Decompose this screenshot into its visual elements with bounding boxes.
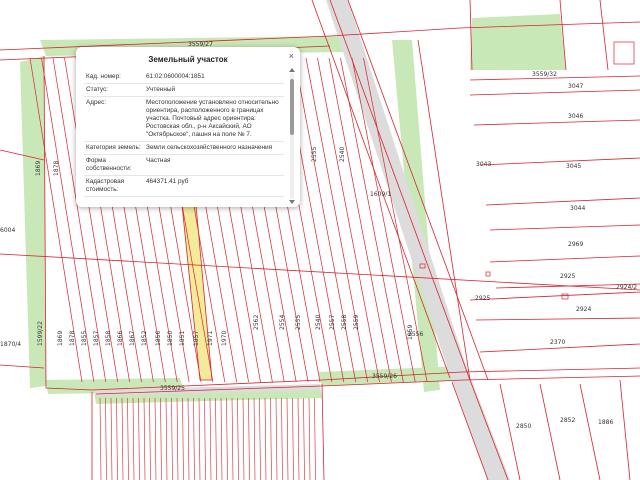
label-road-right: 3559/32 <box>532 71 557 78</box>
attribute-key: Категория земель: <box>84 141 144 155</box>
attribute-row: Категория земель: Земли сельскохозяйствен… <box>84 141 284 155</box>
label-3044: 3044 <box>570 205 585 212</box>
strip-number-label: 2540 <box>315 315 322 330</box>
attribute-key: Адрес: <box>84 96 144 142</box>
strip-number-label: 1869 <box>57 331 64 346</box>
strip-number-label: 1855 <box>81 331 88 346</box>
label-3043: 3043 <box>476 161 491 168</box>
label-2925b: 2925 <box>475 295 490 302</box>
label-2924-2: 2924/2 <box>616 284 637 291</box>
strip-number-label: 1857 <box>93 331 100 346</box>
label-1886: 1886 <box>598 419 613 426</box>
scroll-down-icon[interactable] <box>289 200 295 204</box>
scroll-up-icon[interactable] <box>289 68 295 72</box>
label-3045: 3045 <box>566 163 581 170</box>
strip-number-label: 1857 <box>193 331 200 346</box>
attribute-key: Кад. номер: <box>84 71 144 84</box>
label-road-bottom: 3559/25 <box>160 385 185 392</box>
strip-number-label: 1852 <box>141 331 148 346</box>
label-2924: 2924 <box>576 306 591 313</box>
parcel-info-popup: Земельный участок × Кад. номер: 61:02:060… <box>76 47 300 207</box>
label-1599: 1599/22 <box>37 321 44 346</box>
label-1609: 1609/1 <box>370 191 391 198</box>
label-2852: 2852 <box>560 417 575 424</box>
attribute-row: Кадастровая стоимость: 464371.41 руб <box>84 175 284 197</box>
strip-number-label: 1878 <box>69 331 76 346</box>
strip-number-label: 2540 <box>339 147 346 162</box>
strip-number-label: 1858 <box>105 331 112 346</box>
label-3046: 3046 <box>568 113 583 120</box>
label-2925: 2925 <box>560 273 575 280</box>
close-icon[interactable]: × <box>289 51 294 61</box>
attribute-row: Форма собственности: Частная <box>84 154 284 176</box>
attribute-value: Местоположение установлено относительно … <box>144 96 284 142</box>
attribute-row: Статус: Учтенный <box>84 83 284 97</box>
attribute-key: Форма собственности: <box>84 154 144 176</box>
strip-number-label: 2557 <box>329 315 336 330</box>
attribute-row: Кад. номер: 61:02:0600004:1851 <box>84 71 284 84</box>
strip-number-label: 1866 <box>117 331 124 346</box>
label-road-mid: 3559/26 <box>372 373 397 380</box>
popup-title: Земельный участок <box>148 55 228 64</box>
popup-scrollbar[interactable] <box>289 68 295 204</box>
strip-number-label: 2558 <box>341 315 348 330</box>
strip-number-label: 2555 <box>311 147 318 162</box>
label-6004: 6004 <box>0 227 15 234</box>
strip-number-label: 2562 <box>253 315 260 330</box>
label-2370: 2370 <box>550 339 565 346</box>
attribute-key: Статус: <box>84 83 144 97</box>
label-2850: 2850 <box>516 423 531 430</box>
attribute-value: Частная <box>144 154 284 176</box>
strip-number-label: 1850 <box>167 331 174 346</box>
attribute-value: Учтенный <box>144 83 284 97</box>
popup-body[interactable]: Кад. номер: 61:02:0600004:1851 Статус: Учте… <box>84 71 284 201</box>
strip-number-label: 1970 <box>221 331 228 346</box>
strip-number-label: 1971 <box>207 331 214 346</box>
label-3047: 3047 <box>568 83 583 90</box>
attribute-value: Земли сельскохозяйственного назначения <box>144 141 284 155</box>
label-2969: 2969 <box>568 241 583 248</box>
attribute-key: Кадастровая стоимость: <box>84 175 144 197</box>
strip-number-label: 2559 <box>353 315 360 330</box>
strip-number-label: 1856 <box>155 331 162 346</box>
strip-number-label: 1851 <box>179 331 186 346</box>
attribute-value: 464371.41 руб <box>144 175 284 197</box>
parcel-attributes-table: Кад. номер: 61:02:0600004:1851 Статус: Учте… <box>84 71 284 197</box>
scroll-thumb[interactable] <box>290 79 294 135</box>
strip-number-label: 1869 <box>35 161 42 176</box>
strip-number-label: 2554 <box>279 315 286 330</box>
attribute-value: 61:02:0600004:1851 <box>144 71 284 84</box>
attribute-row: Адрес: Местоположение установлено относит… <box>84 96 284 142</box>
label-1870: 1870/4 <box>0 341 21 348</box>
strip-number-label: 1878 <box>53 161 60 176</box>
strip-number-label: 1867 <box>129 331 136 346</box>
strip-number-label: 1959 <box>407 325 414 340</box>
strip-number-label: 2555 <box>295 315 302 330</box>
